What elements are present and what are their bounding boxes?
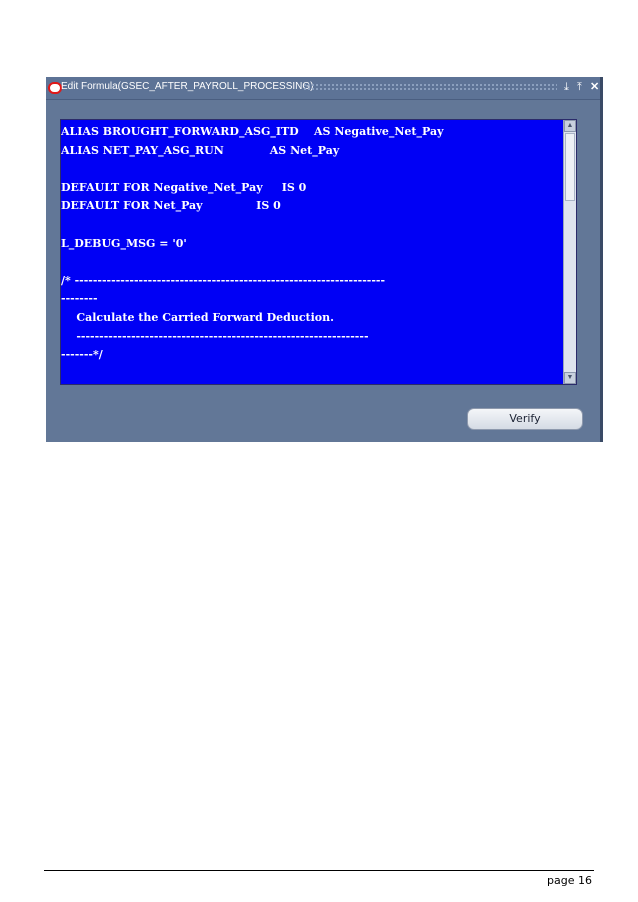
formula-text-area[interactable]: ALIAS BROUGHT_FORWARD_ASG_ITD AS Negativ… — [60, 119, 577, 385]
verify-button[interactable]: Verify — [467, 408, 583, 430]
code-line: ----------------------------------------… — [61, 329, 369, 343]
restore-icon[interactable]: ⤒ — [577, 80, 582, 94]
code-line: Calculate the Carried Forward Deduction. — [61, 310, 334, 324]
scroll-down-icon[interactable]: ▼ — [564, 372, 576, 384]
code-line: -------- — [61, 292, 98, 306]
code-line: -------*/ — [61, 348, 103, 362]
scroll-up-icon[interactable]: ▲ — [564, 120, 576, 132]
code-line: DEFAULT FOR Negative_Net_Pay IS 0 — [61, 180, 307, 194]
scroll-thumb[interactable] — [565, 133, 575, 201]
edit-formula-window: Edit Formula(GSEC_AFTER_PAYROLL_PROCESSI… — [46, 77, 603, 442]
formula-code[interactable]: ALIAS BROUGHT_FORWARD_ASG_ITD AS Negativ… — [61, 123, 563, 365]
code-line: ALIAS NET_PAY_ASG_RUN AS Net_Pay — [61, 143, 340, 157]
code-line: ALIAS BROUGHT_FORWARD_ASG_ITD AS Negativ… — [61, 125, 444, 138]
vertical-scrollbar[interactable]: ▲ ▼ — [563, 120, 576, 384]
window-titlebar[interactable]: Edit Formula(GSEC_AFTER_PAYROLL_PROCESSI… — [46, 77, 600, 100]
oracle-logo-icon — [48, 82, 62, 94]
page-number: page 16 — [547, 874, 592, 887]
close-icon[interactable]: ✕ — [590, 80, 599, 94]
code-line: /* -------------------------------------… — [61, 273, 386, 287]
code-line: DEFAULT FOR Net_Pay IS 0 — [61, 199, 281, 213]
code-line: L_DEBUG_MSG = '0' — [61, 236, 187, 250]
titlebar-grip — [303, 83, 557, 92]
minimize-icon[interactable]: ⤓ — [564, 80, 569, 94]
window-title: Edit Formula(GSEC_AFTER_PAYROLL_PROCESSI… — [61, 81, 314, 92]
footer-divider — [44, 870, 594, 871]
